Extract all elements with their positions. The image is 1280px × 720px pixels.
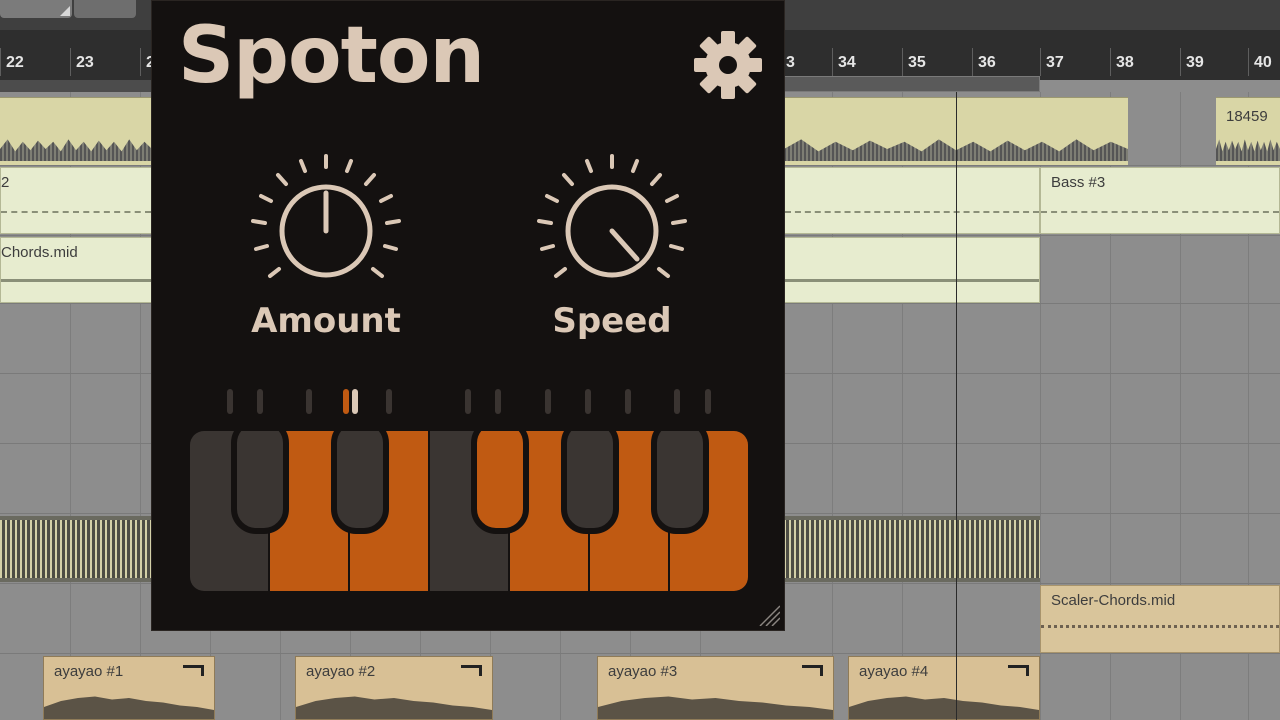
toolbar-button[interactable]: [0, 0, 72, 18]
step-indicator: [674, 389, 680, 414]
amount-knob[interactable]: [246, 151, 406, 311]
clip-label: ayayao #4: [859, 663, 929, 680]
bar-number: 23: [76, 54, 94, 71]
audio-clip[interactable]: 18459: [1216, 97, 1280, 165]
clip-label: Chords.mid: [1, 244, 78, 261]
black-key[interactable]: [231, 431, 289, 534]
loop-icon: [1008, 665, 1029, 676]
bar-number: 37: [1046, 54, 1064, 71]
audio-clip[interactable]: [0, 97, 152, 165]
ayayao-clip-3[interactable]: ayayao #3: [597, 656, 834, 720]
clip-label: 18459: [1226, 108, 1268, 125]
corner-arrow-icon: [60, 6, 70, 16]
step-indicator-current: [352, 389, 358, 414]
clip-label: 2: [1, 174, 10, 191]
step-indicator: [257, 389, 263, 414]
bar-number: 38: [1116, 54, 1134, 71]
scaler-chords-clip[interactable]: Scaler-Chords.mid: [1040, 585, 1280, 653]
bar-number: 40: [1254, 54, 1272, 71]
step-indicator: [585, 389, 591, 414]
midi-clip[interactable]: [784, 237, 1040, 303]
chords-clip[interactable]: Chords.mid: [0, 237, 152, 303]
loop-region-left[interactable]: [0, 80, 152, 92]
bass-clip[interactable]: Bass #3: [1040, 167, 1280, 234]
midi-clip[interactable]: [784, 167, 1040, 234]
midi-clip[interactable]: 2: [0, 167, 152, 234]
bar-number: 3: [786, 54, 795, 71]
plugin-title: Spoton: [178, 11, 485, 101]
clip-label: Scaler-Chords.mid: [1051, 592, 1176, 609]
clip-label: ayayao #1: [54, 663, 124, 680]
loop-icon: [183, 665, 204, 676]
bar-number: 39: [1186, 54, 1204, 71]
step-indicator: [545, 389, 551, 414]
black-key[interactable]: [651, 431, 709, 534]
bar-number: 36: [978, 54, 996, 71]
bar-number: 22: [6, 54, 24, 71]
bar-number: 34: [838, 54, 856, 71]
clip-label: ayayao #3: [608, 663, 678, 680]
loop-icon: [461, 665, 482, 676]
loop-region[interactable]: [780, 76, 1040, 92]
speed-knob[interactable]: [532, 151, 692, 311]
clip-label: Bass #3: [1051, 174, 1106, 191]
audio-clip[interactable]: [0, 516, 152, 582]
spoton-plugin-window: Spoton Amount Speed: [151, 0, 785, 631]
gear-icon[interactable]: [692, 29, 764, 101]
loop-icon: [802, 665, 823, 676]
step-indicator: [227, 389, 233, 414]
ayayao-clip-4[interactable]: ayayao #4: [848, 656, 1040, 720]
black-key[interactable]: [561, 431, 619, 534]
step-indicator: [705, 389, 711, 414]
toolbar-button-2[interactable]: [74, 0, 136, 18]
step-indicator-active: [343, 389, 349, 414]
black-key[interactable]: [331, 431, 389, 534]
resize-grip-icon[interactable]: [758, 604, 780, 626]
step-indicator: [625, 389, 631, 414]
ayayao-clip-1[interactable]: ayayao #1: [43, 656, 215, 720]
playhead[interactable]: [956, 92, 957, 720]
amount-label: Amount: [251, 301, 401, 341]
step-indicator: [386, 389, 392, 414]
piano-keyboard[interactable]: [190, 431, 748, 591]
black-key-active[interactable]: [471, 431, 529, 534]
bar-number: 35: [908, 54, 926, 71]
ayayao-clip-2[interactable]: ayayao #2: [295, 656, 493, 720]
audio-clip[interactable]: [784, 516, 1040, 582]
step-indicator: [465, 389, 471, 414]
speed-label: Speed: [552, 301, 672, 341]
step-indicator: [495, 389, 501, 414]
step-indicator: [306, 389, 312, 414]
clip-label: ayayao #2: [306, 663, 376, 680]
